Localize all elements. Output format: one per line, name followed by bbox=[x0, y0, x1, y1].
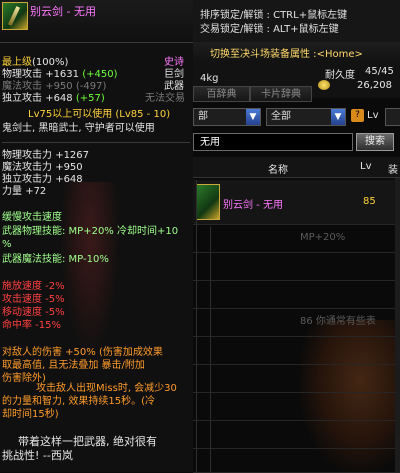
subcategory-dropdown[interactable]: 全部 ▼ bbox=[266, 108, 346, 126]
hint-trade-lock: 交易锁定/解锁 : ALT+鼠标左键 bbox=[200, 24, 339, 35]
column-divider bbox=[210, 226, 211, 472]
column-extra: 装 bbox=[388, 165, 398, 176]
column-name: 名称 bbox=[268, 165, 288, 176]
stat-row: 独立攻击力 +648 bbox=[2, 174, 83, 186]
tab-label: 百辞典 bbox=[206, 89, 237, 100]
speed-mod: 施放速度 -2% bbox=[2, 281, 65, 292]
result-row-empty[interactable] bbox=[193, 450, 400, 473]
tab-label: 卡片辞典 bbox=[261, 89, 301, 100]
damage-effect: 对敌人的伤害 +50% (伤害加成效果 bbox=[2, 347, 163, 358]
search-input[interactable]: 无用 bbox=[193, 133, 353, 151]
result-row-empty[interactable] bbox=[193, 394, 400, 421]
stat-label: 魔法攻击力 bbox=[2, 162, 52, 173]
mag-atk-label: 魔法攻击 bbox=[2, 81, 42, 92]
fx-phys-skill-cont: % bbox=[2, 239, 12, 250]
fx-mag-skill: 武器魔法技能: MP-10% bbox=[2, 254, 109, 265]
stat-value: +950 bbox=[55, 162, 83, 173]
result-row-empty[interactable] bbox=[193, 226, 400, 253]
stat-row: 魔法攻击力 +950 bbox=[2, 162, 83, 174]
miss-effect: 却时间15秒) bbox=[2, 409, 59, 420]
result-row-empty[interactable] bbox=[193, 254, 400, 281]
ind-atk-row: 独立攻击 +648 (+57) bbox=[2, 93, 105, 105]
stat-label: 物理攻击力 bbox=[2, 150, 52, 161]
bg-text: 86 你通常有些表 bbox=[300, 316, 376, 327]
phys-atk-bonus: (+450) bbox=[82, 69, 118, 80]
chevron-down-icon[interactable]: ▼ bbox=[246, 109, 260, 125]
stat-label: 独立攻击力 bbox=[2, 174, 52, 185]
trade-status: 无法交易 bbox=[145, 93, 185, 104]
divider bbox=[2, 142, 190, 143]
column-divider bbox=[196, 180, 197, 472]
req-level-text: 最上级 bbox=[2, 57, 32, 68]
mag-atk-bonus: (-497) bbox=[75, 81, 107, 92]
item-quote: 带着这样一把武器, 绝对很有 bbox=[18, 435, 157, 448]
switch-pvp-stats[interactable]: 切换至决斗场装备属性 :<Home> bbox=[210, 45, 363, 60]
sword-icon bbox=[2, 2, 28, 30]
damage-effect: 取最高值, 且无法叠加 暴击/附加 bbox=[2, 360, 145, 371]
result-row-empty[interactable] bbox=[193, 366, 400, 393]
phys-atk-row: 物理攻击 +1631 (+450) bbox=[2, 69, 117, 81]
stat-value: +648 bbox=[55, 174, 83, 185]
durability-pct: (100%) bbox=[32, 57, 69, 68]
fx-phys-skill: 武器物理技能: MP+20% 冷却时间+10 bbox=[2, 226, 179, 237]
category-dropdown[interactable]: 部 ▼ bbox=[193, 108, 261, 126]
item-weight: 4kg bbox=[200, 73, 219, 84]
speed-mod: 攻击速度 -5% bbox=[2, 294, 65, 305]
phys-atk-label: 物理攻击 bbox=[2, 69, 42, 80]
category-value: 部 bbox=[198, 111, 208, 122]
stat-value: +1267 bbox=[55, 150, 90, 161]
miss-effect: 的力量和智力, 效果持续15秒。(冷 bbox=[2, 396, 155, 407]
sword-blade-icon bbox=[7, 6, 21, 26]
miss-effect: 攻击敌人出现Miss时, 会减少30 bbox=[36, 383, 177, 394]
item-title: 别云剑 - 无用 bbox=[30, 5, 96, 18]
speed-mod: 移动速度 -5% bbox=[2, 307, 65, 318]
phys-atk-value: +1631 bbox=[45, 69, 80, 80]
level-filter-label: Lv bbox=[367, 110, 379, 121]
column-level: Lv bbox=[360, 161, 372, 172]
mag-atk-value: +950 bbox=[45, 81, 73, 92]
result-level: 85 bbox=[363, 196, 376, 207]
gold-coin-icon bbox=[318, 80, 330, 90]
home-key-link[interactable]: <Home> bbox=[317, 49, 363, 60]
ind-atk-bonus: (+57) bbox=[75, 93, 105, 104]
gold-amount: 26,208 bbox=[357, 80, 392, 91]
result-row-empty[interactable] bbox=[193, 422, 400, 449]
result-row-empty[interactable] bbox=[193, 282, 400, 309]
item-quote: 挑战性! --西岚 bbox=[2, 449, 73, 462]
switch-label: 切换至决斗场装备属性 : bbox=[210, 49, 317, 60]
tab-card-dictionary[interactable]: 卡片辞典 bbox=[250, 86, 312, 102]
result-name: 别云剑 - 无用 bbox=[223, 200, 283, 211]
rarity: 史诗 bbox=[164, 57, 184, 68]
mag-atk-row: 魔法攻击 +950 (-497) bbox=[2, 81, 106, 93]
sword-icon bbox=[196, 184, 220, 220]
ind-atk-value: +648 bbox=[45, 93, 73, 104]
tab-dictionary[interactable]: 百辞典 bbox=[193, 86, 250, 102]
speed-mod: 命中率 -15% bbox=[2, 320, 62, 331]
search-button[interactable]: 搜索 bbox=[356, 133, 394, 151]
ind-atk-label: 独立攻击 bbox=[2, 93, 42, 104]
class-requirement: 鬼剑士, 黑暗武士, 守护者可以使用 bbox=[2, 123, 155, 134]
result-row[interactable]: 别云剑 - 无用 85 bbox=[193, 180, 400, 225]
stat-label: 力量 bbox=[2, 186, 22, 197]
fx-attack-speed: 缓慢攻击速度 bbox=[2, 212, 62, 223]
stat-value: +72 bbox=[25, 186, 47, 197]
level-filter-input[interactable] bbox=[385, 108, 400, 126]
level-requirement: Lv75以上可以使用 (Lv85 - 10) bbox=[28, 109, 171, 120]
bg-text: MP+20% bbox=[300, 232, 346, 243]
stat-row: 物理攻击力 +1267 bbox=[2, 150, 89, 162]
req-level: 最上级(100%) bbox=[2, 57, 68, 69]
durability-value: 45/45 bbox=[365, 66, 394, 77]
subcategory-value: 全部 bbox=[271, 111, 291, 122]
hint-sort-lock: 排序锁定/解锁 : CTRL+鼠标左键 bbox=[200, 10, 348, 21]
help-icon[interactable]: ? bbox=[351, 109, 364, 122]
character-silhouette bbox=[60, 182, 120, 357]
result-row-empty[interactable] bbox=[193, 338, 400, 365]
item-category: 武器 bbox=[164, 81, 184, 92]
durability-label: 耐久度 bbox=[325, 70, 355, 81]
stat-row: 力量 +72 bbox=[2, 186, 46, 198]
results-scrollbar[interactable] bbox=[395, 178, 400, 472]
tooltip-header bbox=[0, 0, 193, 43]
weapon-type: 巨剑 bbox=[164, 69, 184, 80]
chevron-down-icon[interactable]: ▼ bbox=[331, 109, 345, 125]
